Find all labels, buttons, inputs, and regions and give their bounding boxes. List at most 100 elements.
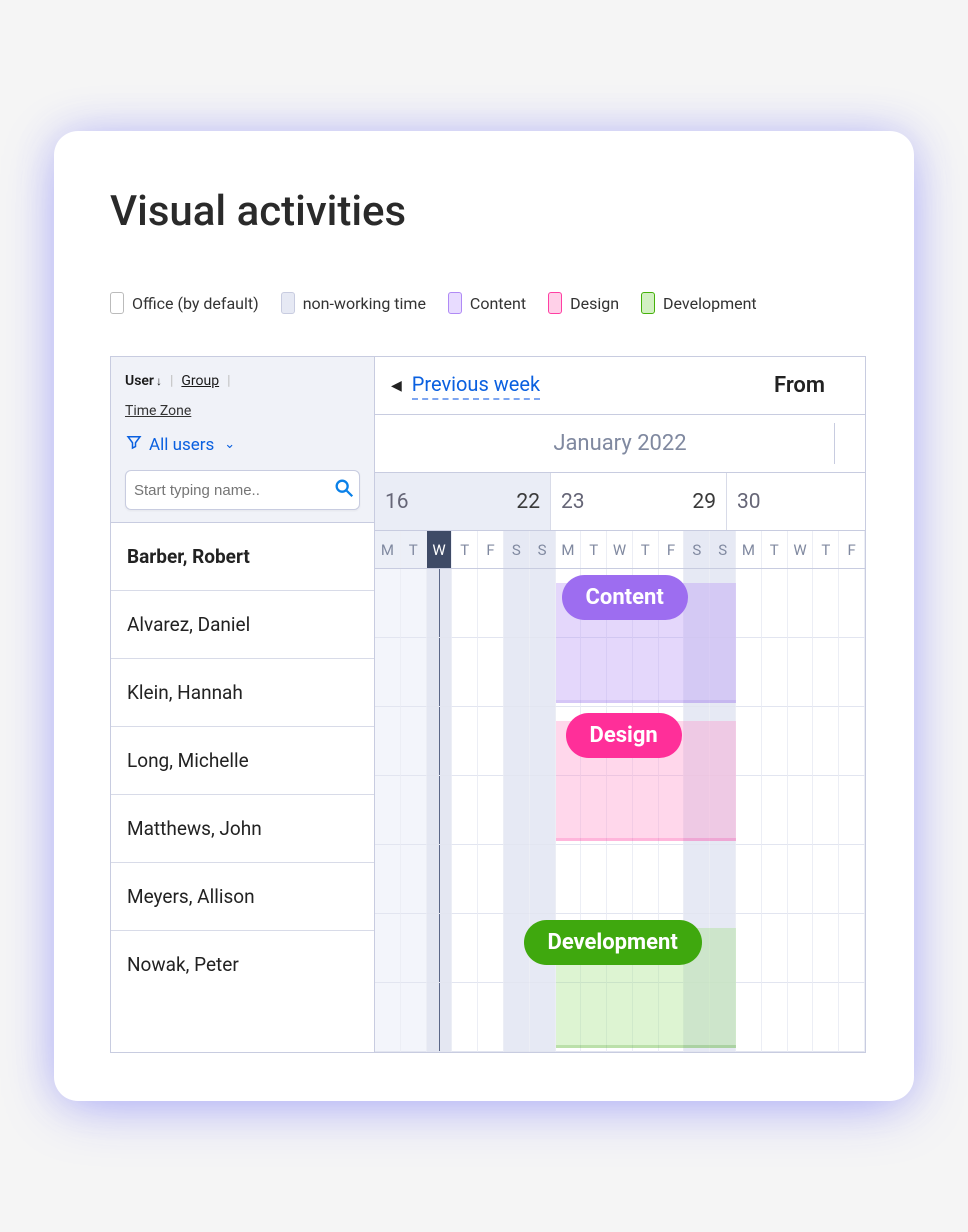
user-row[interactable]: Alvarez, Daniel <box>111 591 374 659</box>
grid-cell[interactable] <box>839 845 865 914</box>
grid-cell[interactable] <box>762 707 788 776</box>
grid-cell[interactable] <box>762 569 788 638</box>
grid-cell[interactable] <box>530 569 556 638</box>
grid-cell[interactable] <box>427 983 453 1052</box>
user-row[interactable]: Klein, Hannah <box>111 659 374 727</box>
user-row[interactable]: Matthews, John <box>111 795 374 863</box>
grid-cell[interactable] <box>839 569 865 638</box>
grid-cell[interactable] <box>478 776 504 845</box>
grid-cell[interactable] <box>788 569 814 638</box>
grid-cell[interactable] <box>813 914 839 983</box>
grid-cell[interactable] <box>401 707 427 776</box>
group-link[interactable]: Group <box>181 373 219 389</box>
grid-cell[interactable] <box>375 914 401 983</box>
timezone-link[interactable]: Time Zone <box>125 403 360 419</box>
grid-cell[interactable] <box>839 638 865 707</box>
grid-cell[interactable] <box>504 638 530 707</box>
grid-cell[interactable] <box>762 776 788 845</box>
grid-cell[interactable] <box>788 707 814 776</box>
grid-cell[interactable] <box>427 707 453 776</box>
grid-cell[interactable] <box>504 845 530 914</box>
grid-cell[interactable] <box>684 845 710 914</box>
grid-cell[interactable] <box>813 776 839 845</box>
grid-cell[interactable] <box>452 569 478 638</box>
grid-cell[interactable] <box>375 776 401 845</box>
grid-cell[interactable] <box>736 569 762 638</box>
grid-cell[interactable] <box>736 776 762 845</box>
user-row[interactable]: Nowak, Peter <box>111 931 374 998</box>
grid-cell[interactable] <box>375 983 401 1052</box>
grid-cell[interactable] <box>762 983 788 1052</box>
grid-cell[interactable] <box>710 845 736 914</box>
grid-cell[interactable] <box>401 776 427 845</box>
grid-cell[interactable] <box>839 707 865 776</box>
grid-cell[interactable] <box>736 914 762 983</box>
grid-cell[interactable] <box>478 569 504 638</box>
grid-cell[interactable] <box>375 638 401 707</box>
grid-cell[interactable] <box>504 569 530 638</box>
grid-cell[interactable] <box>375 845 401 914</box>
grid-cell[interactable] <box>659 845 685 914</box>
grid-cell[interactable] <box>478 914 504 983</box>
grid-cell[interactable] <box>762 638 788 707</box>
filter-dropdown[interactable]: All users ⌄ <box>125 433 360 456</box>
grid-cell[interactable] <box>813 707 839 776</box>
search-input[interactable] <box>134 482 333 499</box>
grid-cell[interactable] <box>736 707 762 776</box>
grid-cell[interactable] <box>788 983 814 1052</box>
grid-cell[interactable] <box>839 983 865 1052</box>
grid-cell[interactable] <box>736 983 762 1052</box>
grid-cell[interactable] <box>452 983 478 1052</box>
grid-cell[interactable] <box>736 638 762 707</box>
grid-cell[interactable] <box>813 845 839 914</box>
grid-cell[interactable] <box>504 983 530 1052</box>
grid-cell[interactable] <box>452 914 478 983</box>
grid-cell[interactable] <box>452 707 478 776</box>
grid-cell[interactable] <box>530 776 556 845</box>
user-row[interactable]: Barber, Robert <box>111 523 374 591</box>
grid-cell[interactable] <box>504 776 530 845</box>
grid-cell[interactable] <box>607 845 633 914</box>
grid-cell[interactable] <box>736 845 762 914</box>
grid-cell[interactable] <box>427 914 453 983</box>
grid-cell[interactable] <box>478 638 504 707</box>
grid-cell[interactable] <box>504 707 530 776</box>
grid-cell[interactable] <box>427 776 453 845</box>
grid-cell[interactable] <box>813 569 839 638</box>
grid-cell[interactable] <box>556 845 582 914</box>
grid-cell[interactable] <box>375 707 401 776</box>
grid-cell[interactable] <box>401 569 427 638</box>
grid-cell[interactable] <box>839 914 865 983</box>
activity-dev[interactable]: Development <box>556 928 737 1048</box>
grid-cell[interactable] <box>452 845 478 914</box>
grid-cell[interactable] <box>478 707 504 776</box>
grid-cell[interactable] <box>788 914 814 983</box>
grid-cell[interactable] <box>788 845 814 914</box>
activity-content[interactable]: Content <box>556 583 737 703</box>
user-row[interactable]: Long, Michelle <box>111 727 374 795</box>
user-row[interactable]: Meyers, Allison <box>111 863 374 931</box>
grid-cell[interactable] <box>452 776 478 845</box>
grid-cell[interactable] <box>427 638 453 707</box>
grid-cell[interactable] <box>478 983 504 1052</box>
grid-cell[interactable] <box>427 845 453 914</box>
previous-week-link[interactable]: ◀ Previous week <box>375 372 774 400</box>
grid-cell[interactable] <box>762 845 788 914</box>
grid-cell[interactable] <box>401 914 427 983</box>
grid-cell[interactable] <box>478 845 504 914</box>
grid-cell[interactable] <box>530 845 556 914</box>
grid-cell[interactable] <box>581 845 607 914</box>
grid-cell[interactable] <box>530 983 556 1052</box>
grid-cell[interactable] <box>401 638 427 707</box>
grid-cell[interactable] <box>427 569 453 638</box>
search-field[interactable] <box>125 470 360 510</box>
grid-cell[interactable] <box>762 914 788 983</box>
grid-cell[interactable] <box>530 707 556 776</box>
grid-cell[interactable] <box>813 638 839 707</box>
grid-cell[interactable] <box>788 638 814 707</box>
grid-cell[interactable] <box>839 776 865 845</box>
user-link[interactable]: User↓ <box>125 373 162 389</box>
grid-cell[interactable] <box>530 638 556 707</box>
grid-cell[interactable] <box>633 845 659 914</box>
timeline-grid[interactable]: ContentDesignDevelopment <box>375 569 865 1052</box>
